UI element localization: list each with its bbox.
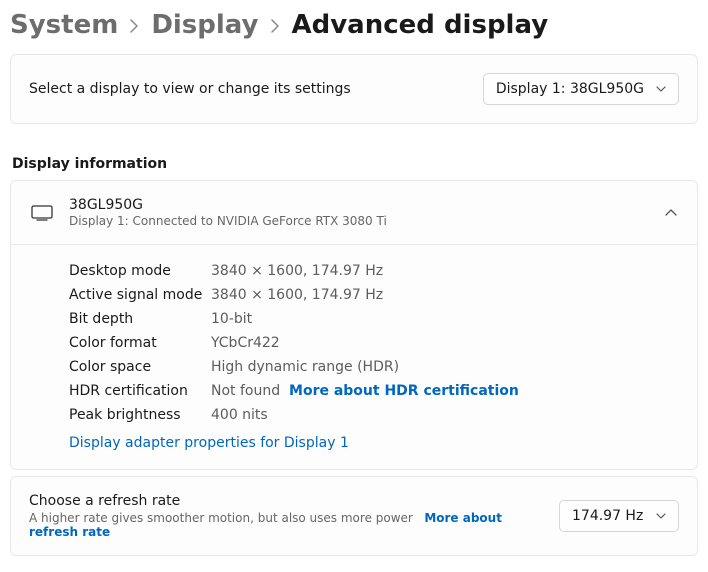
display-select-card: Select a display to view or change its s… — [10, 54, 698, 124]
display-info-expander-header[interactable]: 38GL950G Display 1: Connected to NVIDIA … — [11, 181, 697, 245]
prop-value: 3840 × 1600, 174.97 Hz — [211, 287, 383, 303]
prop-row: Color format YCbCr422 — [69, 331, 677, 355]
prop-value: 10-bit — [211, 311, 252, 327]
prop-row: Active signal mode 3840 × 1600, 174.97 H… — [69, 283, 677, 307]
display-select-value: Display 1: 38GL950G — [496, 81, 644, 97]
prop-value: High dynamic range (HDR) — [211, 359, 399, 375]
hdr-cert-link[interactable]: More about HDR certification — [289, 383, 519, 399]
chevron-right-icon — [271, 17, 280, 38]
section-heading-display-info: Display information — [12, 156, 698, 172]
prop-value: YCbCr422 — [211, 335, 280, 351]
prop-row: Bit depth 10-bit — [69, 307, 677, 331]
refresh-rate-dropdown[interactable]: 174.97 Hz — [559, 500, 679, 532]
prop-label: Color format — [69, 335, 211, 351]
prop-row: Color space High dynamic range (HDR) — [69, 355, 677, 379]
display-info-title: 38GL950G — [69, 197, 649, 213]
prop-row: Desktop mode 3840 × 1600, 174.97 Hz — [69, 259, 677, 283]
prop-label: Peak brightness — [69, 407, 211, 423]
display-info-subtitle: Display 1: Connected to NVIDIA GeForce R… — [69, 214, 649, 228]
prop-label: HDR certification — [69, 383, 211, 399]
prop-value: 3840 × 1600, 174.97 Hz — [211, 263, 383, 279]
prop-value: 400 nits — [211, 407, 268, 423]
refresh-rate-title: Choose a refresh rate — [29, 493, 543, 509]
prop-label: Color space — [69, 359, 211, 375]
breadcrumb-system[interactable]: System — [10, 10, 118, 40]
prop-label: Bit depth — [69, 311, 211, 327]
prop-row: HDR certification Not found More about H… — [69, 379, 677, 403]
display-info-card: 38GL950G Display 1: Connected to NVIDIA … — [10, 180, 698, 470]
refresh-rate-subtitle: A higher rate gives smoother motion, but… — [29, 511, 543, 539]
prop-label: Desktop mode — [69, 263, 211, 279]
refresh-rate-card: Choose a refresh rate A higher rate give… — [10, 476, 698, 556]
display-select-label: Select a display to view or change its s… — [29, 81, 351, 97]
chevron-up-icon — [665, 209, 677, 217]
display-properties: Desktop mode 3840 × 1600, 174.97 Hz Acti… — [11, 245, 697, 469]
refresh-rate-value: 174.97 Hz — [572, 508, 643, 524]
chevron-right-icon — [130, 17, 139, 38]
monitor-icon — [31, 205, 53, 221]
breadcrumb-display[interactable]: Display — [151, 10, 258, 40]
display-select-dropdown[interactable]: Display 1: 38GL950G — [483, 73, 679, 105]
prop-label: Active signal mode — [69, 287, 211, 303]
prop-value: Not found More about HDR certification — [211, 383, 519, 399]
breadcrumb: System Display Advanced display — [10, 0, 698, 54]
chevron-down-icon — [656, 513, 666, 519]
prop-row: Peak brightness 400 nits — [69, 403, 677, 427]
breadcrumb-current: Advanced display — [292, 10, 549, 40]
adapter-properties-link[interactable]: Display adapter properties for Display 1 — [69, 435, 349, 451]
chevron-down-icon — [656, 86, 666, 92]
